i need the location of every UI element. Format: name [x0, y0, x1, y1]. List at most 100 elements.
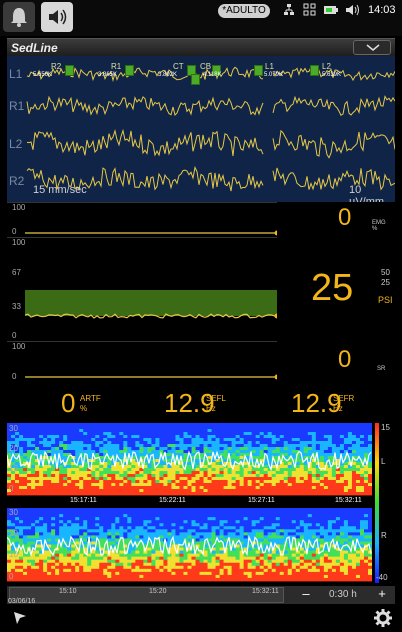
dsa-cell	[23, 474, 28, 478]
dsa-cell	[367, 538, 372, 542]
dsa-cell	[363, 559, 369, 564]
dsa-cell	[75, 480, 80, 484]
dsa-cell	[275, 468, 281, 472]
dsa-cell	[163, 520, 168, 524]
dsa-cell	[115, 480, 120, 484]
dsa-cell	[151, 517, 156, 521]
dsa-cell	[71, 492, 76, 496]
trend-marker	[274, 230, 280, 236]
dsa-cell	[307, 450, 313, 454]
dsa-cell	[123, 471, 128, 475]
dsa-cell	[59, 426, 64, 430]
dsa-cell	[127, 553, 132, 558]
dsa-cell	[123, 486, 128, 490]
dsa-cell	[259, 577, 265, 582]
dsa-cell	[327, 517, 333, 521]
dsa-cell	[187, 559, 192, 564]
dsa-cell	[55, 441, 60, 445]
gear-icon[interactable]	[374, 609, 392, 627]
dsa-cell	[67, 514, 72, 518]
patient-mode-badge[interactable]: *ADULTO	[218, 4, 270, 18]
dsa-cell	[227, 577, 233, 582]
dsa-cell	[87, 523, 92, 527]
dsa-cell	[167, 492, 172, 496]
dsa-cell	[87, 553, 92, 558]
dsa-cell	[47, 477, 52, 481]
dsa-cell	[183, 477, 188, 481]
timeline-bar[interactable]: 15:10 15:20 15:32:11 – 0:30 h +	[7, 586, 395, 604]
dsa-cell	[159, 577, 164, 582]
dsa-cell	[303, 508, 309, 512]
dsa-cell	[191, 423, 196, 427]
dsa-cell	[47, 565, 52, 570]
dsa-cell	[255, 438, 261, 442]
volume-icon[interactable]	[345, 3, 361, 17]
dsa-cell	[123, 520, 128, 524]
collapse-button[interactable]	[353, 40, 391, 55]
dsa-cell	[151, 489, 156, 493]
flag-icon[interactable]	[12, 610, 28, 626]
dsa-cell	[155, 477, 160, 481]
dsa-cell	[123, 477, 128, 481]
dsa-cell	[343, 535, 349, 539]
dsa-cell	[79, 517, 84, 521]
dsa-cell	[31, 538, 36, 542]
dsa-cell	[159, 535, 164, 539]
dsa-cell	[127, 577, 132, 582]
dsa-cell	[79, 423, 84, 427]
dsa-cell	[295, 517, 301, 521]
dsa-cell	[23, 520, 28, 524]
alarm-button[interactable]	[3, 2, 35, 32]
dsa-cell	[223, 565, 228, 570]
dsa-cell	[247, 517, 253, 521]
dsa-cell	[43, 432, 48, 436]
dsa-cell	[283, 474, 289, 478]
dsa-cell	[271, 577, 277, 582]
dsa-cell	[207, 553, 212, 558]
dsa-cell	[279, 559, 285, 564]
dsa-cell	[123, 441, 128, 445]
dsa-cell	[311, 517, 317, 521]
dsa-cell	[99, 565, 104, 570]
dsa-cell	[39, 483, 44, 487]
dsa-cell	[347, 562, 353, 567]
audio-button[interactable]	[41, 2, 73, 32]
dsa-cell	[359, 477, 365, 481]
dsa-cell	[127, 562, 132, 567]
dsa-left-label: L	[381, 457, 386, 466]
dsa-cell	[179, 559, 184, 564]
dsa-cell	[259, 483, 265, 487]
dsa-cell	[351, 559, 357, 564]
dsa-cell	[359, 574, 365, 579]
dsa-cell	[283, 468, 289, 472]
dsa-cell	[231, 562, 237, 567]
dsa-cell	[87, 517, 92, 521]
dsa-cell	[335, 559, 341, 564]
dsa-cell	[187, 477, 192, 481]
dsa-cell	[183, 426, 188, 430]
dsa-cell	[299, 423, 305, 427]
dsa-cell	[283, 508, 289, 512]
dsa-cell	[235, 447, 241, 451]
dsa-cell	[71, 532, 76, 536]
dsa-cell	[143, 562, 148, 567]
dsa-cell	[195, 483, 200, 487]
dsa-cell	[131, 565, 136, 570]
dsa-cell	[139, 508, 144, 512]
dsa-cell	[351, 426, 357, 430]
dsa-cell	[255, 486, 261, 490]
dsa-cell	[231, 492, 237, 496]
dsa-cell	[363, 486, 369, 490]
timeline-scroll-track[interactable]	[9, 587, 284, 603]
dsa-cell	[235, 556, 241, 561]
dsa-cell	[259, 562, 265, 567]
dsa-cell	[99, 468, 104, 472]
dsa-cell	[299, 471, 305, 475]
zoom-in-button[interactable]: +	[373, 586, 391, 604]
dsa-cell	[59, 526, 64, 530]
dsa-cell	[119, 568, 124, 573]
zoom-out-button[interactable]: –	[297, 586, 315, 604]
dsa-cell	[311, 508, 317, 512]
dsa-cell	[71, 465, 76, 469]
dsa-cell	[263, 462, 269, 466]
